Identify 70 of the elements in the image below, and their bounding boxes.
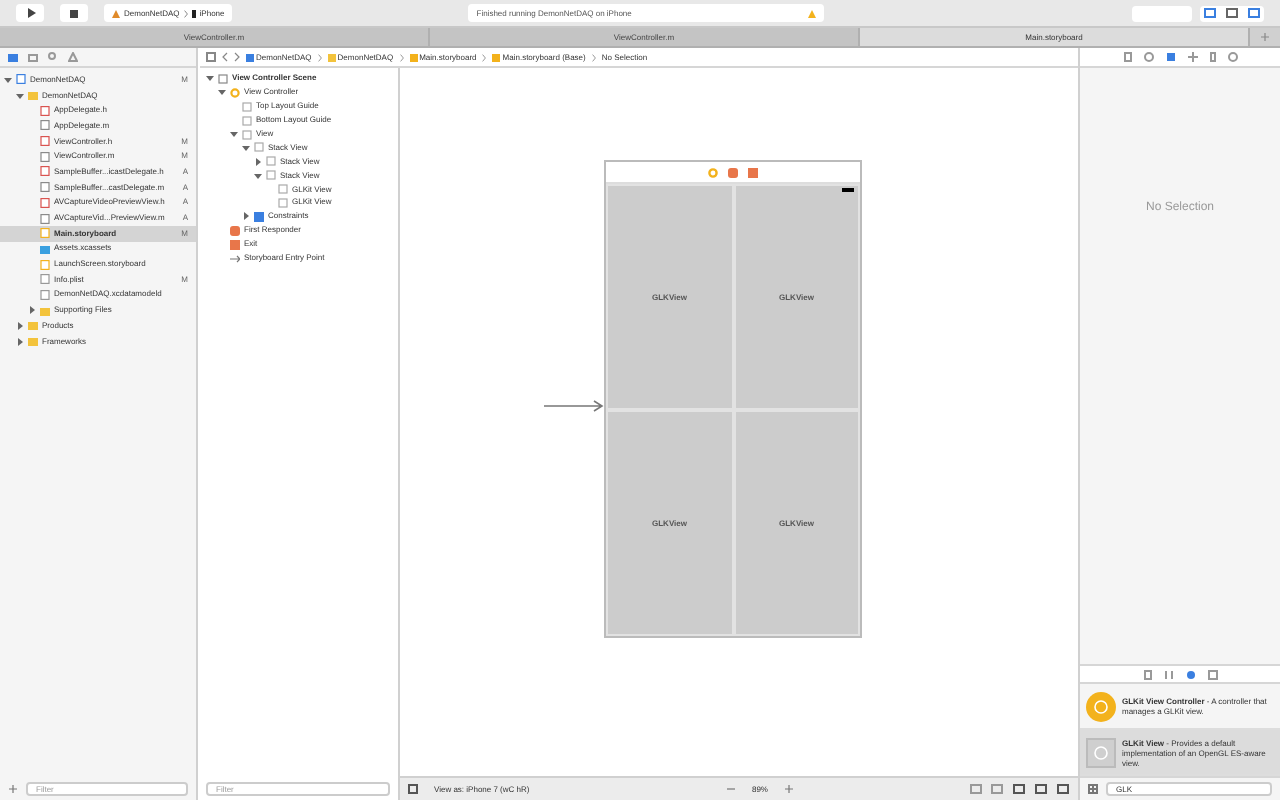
inspector-toggle-icon[interactable] — [1247, 8, 1260, 18]
run-button[interactable] — [16, 4, 44, 22]
debug-area-toggle-icon[interactable] — [1225, 8, 1238, 18]
disclosure-triangle-icon[interactable] — [16, 337, 24, 346]
exit-icon — [230, 239, 240, 250]
panel-toggle-controls[interactable] — [1200, 5, 1264, 21]
warning-icon — [808, 9, 817, 17]
connections-inspector-icon[interactable] — [1227, 52, 1237, 62]
stop-button[interactable] — [60, 4, 88, 22]
file-inspector-icon[interactable] — [1123, 52, 1131, 62]
related-items-icon[interactable] — [206, 52, 216, 62]
media-library-icon[interactable] — [1207, 669, 1217, 679]
disclosure-triangle-icon[interactable] — [218, 88, 226, 97]
first-responder-icon — [230, 225, 240, 236]
chevron-icon — [399, 53, 404, 61]
arrow-icon — [230, 253, 240, 264]
folder-icon — [327, 53, 336, 61]
view-controller-icon — [230, 87, 240, 98]
disclosure-triangle-icon[interactable] — [242, 143, 250, 152]
disclosure-triangle-icon[interactable] — [230, 130, 238, 138]
play-icon — [25, 8, 35, 18]
constraints-icon — [254, 211, 264, 222]
chevron-icon — [591, 53, 596, 61]
first-responder-icon[interactable] — [728, 167, 738, 177]
disclosure-triangle-icon[interactable] — [28, 306, 36, 315]
chevron-icon — [482, 53, 487, 61]
chevron-icon — [183, 9, 188, 17]
grid-icon[interactable] — [1088, 784, 1098, 794]
zoom-out-icon[interactable] — [725, 784, 736, 794]
disclosure-triangle-icon[interactable] — [206, 74, 214, 83]
identity-inspector-icon[interactable] — [1165, 52, 1175, 62]
disclosure-triangle-icon[interactable] — [254, 171, 262, 180]
add-icon — [1260, 32, 1270, 42]
back-icon[interactable] — [222, 52, 228, 62]
exit-icon[interactable] — [748, 167, 758, 177]
folder-icon — [40, 243, 50, 254]
phone-icon — [191, 9, 196, 17]
help-icon[interactable] — [1143, 52, 1153, 62]
file-icon — [246, 53, 254, 61]
warning-icon[interactable] — [68, 52, 78, 62]
navigator-toggle-icon[interactable] — [1204, 8, 1217, 18]
view-icon — [1086, 737, 1116, 767]
stop-icon — [70, 9, 78, 17]
hierarchy-icon[interactable] — [28, 53, 38, 61]
search-icon[interactable] — [48, 52, 58, 62]
app-icon — [112, 9, 120, 17]
chevron-icon — [317, 53, 322, 61]
folder-icon — [28, 90, 38, 101]
disclosure-triangle-icon[interactable] — [16, 321, 24, 330]
scene-icon — [218, 73, 228, 84]
file-icon — [492, 53, 501, 61]
object-library-icon[interactable] — [1185, 669, 1195, 679]
zoom-in-icon[interactable] — [784, 784, 794, 794]
size-inspector-icon[interactable] — [1209, 52, 1215, 62]
forward-icon[interactable] — [234, 52, 240, 62]
disclosure-triangle-icon[interactable] — [254, 157, 262, 166]
entry-point-arrow — [544, 400, 604, 412]
disclosure-triangle-icon[interactable] — [16, 91, 24, 100]
sidebar-toggle-icon[interactable] — [408, 784, 418, 794]
code-snippet-icon[interactable] — [1163, 669, 1173, 679]
layout-tools-icons[interactable] — [970, 784, 1070, 794]
file-template-icon[interactable] — [1143, 669, 1151, 679]
folder-icon[interactable] — [8, 53, 18, 61]
attributes-inspector-icon[interactable] — [1187, 52, 1197, 62]
file-icon — [409, 53, 418, 61]
add-icon[interactable] — [8, 783, 18, 793]
file-icon — [16, 74, 26, 85]
disclosure-triangle-icon[interactable] — [4, 75, 12, 84]
disclosure-triangle-icon[interactable] — [242, 212, 250, 221]
view-controller-icon — [1086, 691, 1116, 721]
